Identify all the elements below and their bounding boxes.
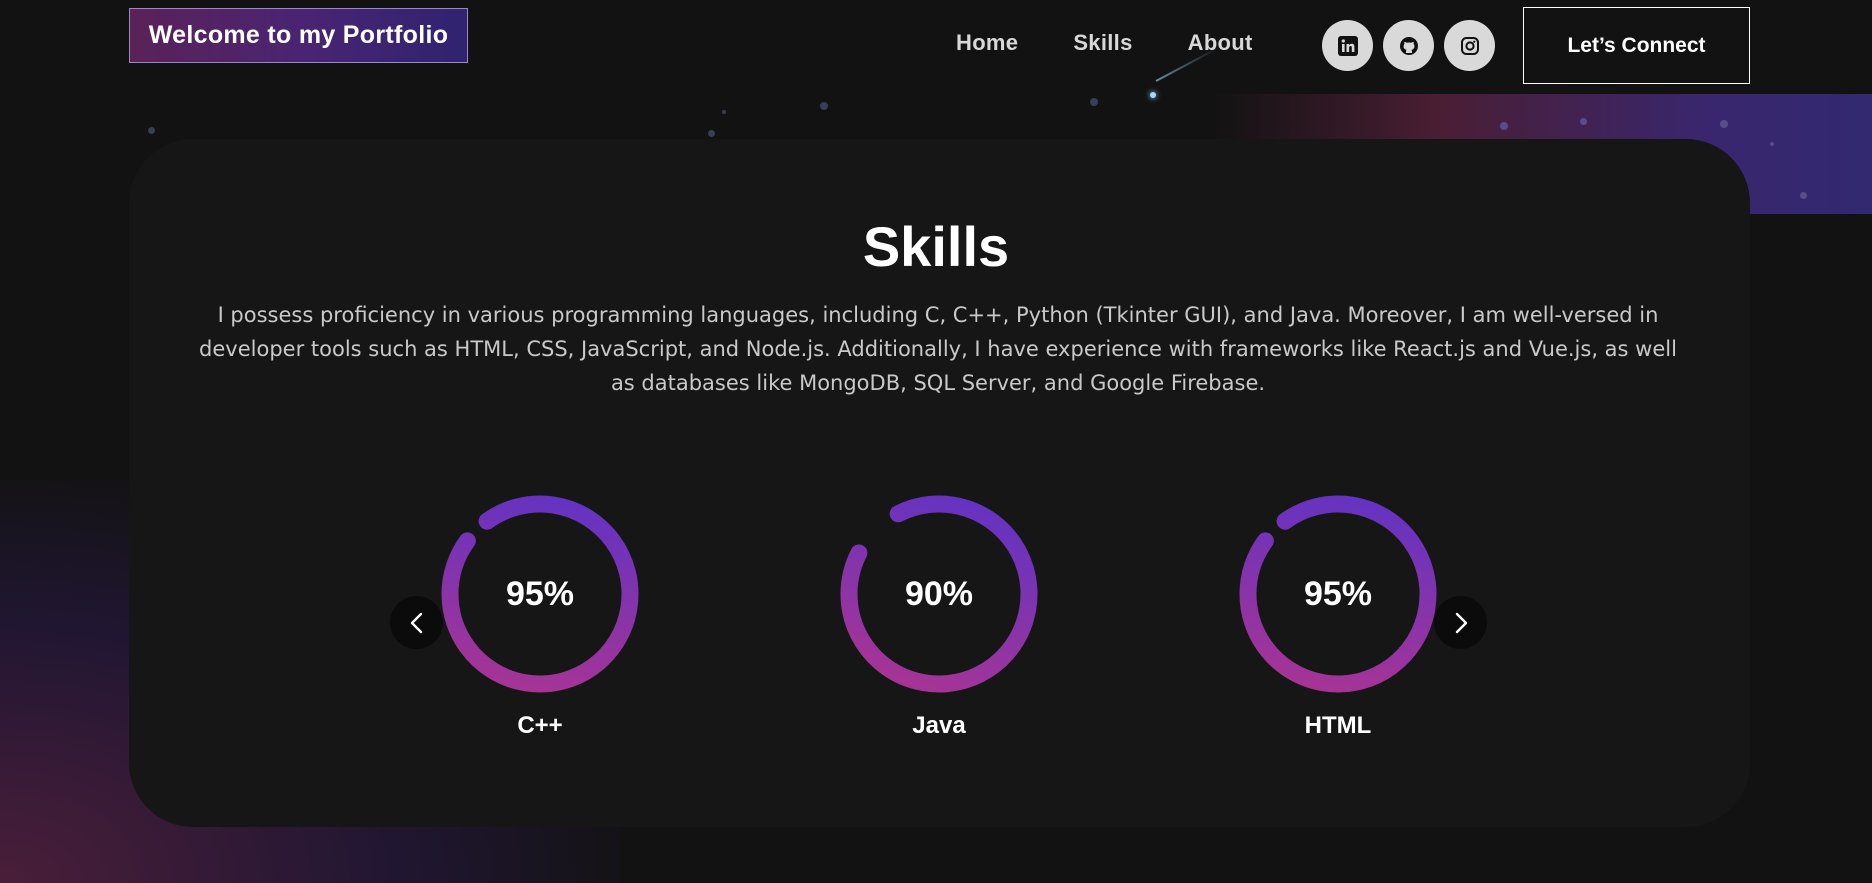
comet [1150, 92, 1156, 98]
instagram-button[interactable] [1444, 20, 1495, 71]
nav-home[interactable]: Home [956, 30, 1018, 56]
linkedin-button[interactable] [1322, 20, 1373, 71]
skill-ring-cp: 95% [440, 494, 640, 694]
background-star [1580, 118, 1587, 125]
skills-title: Skills [862, 215, 1010, 278]
github-icon [1399, 36, 1418, 55]
github-button[interactable] [1383, 20, 1434, 71]
chevron-right-icon [1455, 612, 1467, 633]
background-star [708, 130, 715, 137]
carousel-prev-button[interactable] [390, 596, 443, 649]
nav-skills[interactable]: Skills [1073, 30, 1132, 56]
background-star [1090, 98, 1098, 106]
social-links [1322, 20, 1495, 71]
skill-label: HTML [1304, 712, 1372, 739]
background-star [1500, 122, 1508, 130]
skill-ring-java: 90% [839, 494, 1039, 694]
nav-about[interactable]: About [1188, 30, 1253, 56]
skill-percent: 95% [505, 574, 575, 613]
chevron-left-icon [410, 612, 422, 633]
main-nav: Home Skills About [956, 30, 1308, 56]
background-star [820, 102, 828, 110]
skill-percent: 90% [904, 574, 974, 613]
instagram-icon [1460, 36, 1479, 55]
background-star [1800, 192, 1807, 199]
background-star [1770, 142, 1774, 146]
background-star [1720, 120, 1728, 128]
carousel-next-button[interactable] [1434, 596, 1487, 649]
lets-connect-button[interactable]: Let’s Connect [1523, 7, 1750, 84]
brand-logo[interactable]: Welcome to my Portfolio [129, 8, 468, 63]
skill-ring-html: 95% [1238, 494, 1438, 694]
skill-percent: 95% [1303, 574, 1373, 613]
skill-label: C++ [517, 712, 563, 739]
background-star [722, 110, 726, 114]
background-star [148, 127, 155, 134]
linkedin-icon [1337, 35, 1358, 56]
skill-label: Java [912, 712, 966, 739]
skills-description: I possess proficiency in various program… [199, 303, 1677, 395]
